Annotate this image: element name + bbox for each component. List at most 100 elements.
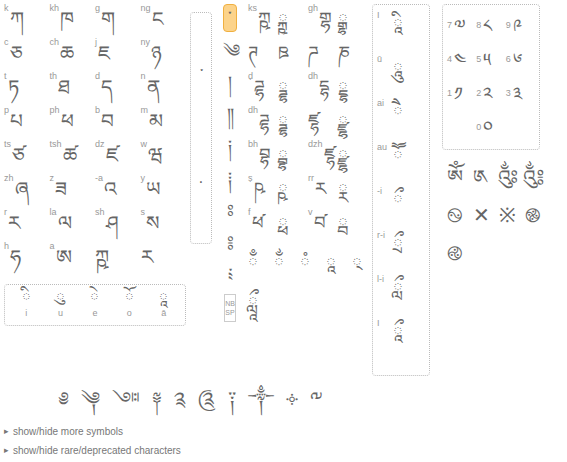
character-key[interactable]: ཌ <box>308 38 338 72</box>
character-key[interactable]: thཐ <box>50 72 96 106</box>
digit-key[interactable]: 9༩ <box>506 9 535 43</box>
character-key[interactable]: gག <box>95 4 141 38</box>
character-key[interactable]: zཟ <box>50 174 96 208</box>
digit-key[interactable]: 1༡ <box>447 77 476 111</box>
character-key[interactable]: sས <box>141 208 187 242</box>
ornament-key[interactable]: ༇ <box>112 384 140 414</box>
sign-key[interactable]: ྂ <box>274 250 288 277</box>
sign-key[interactable]: ྃ <box>248 250 262 277</box>
character-key[interactable]: nན <box>141 72 187 106</box>
symbol-key[interactable]: ࿌ <box>520 200 546 230</box>
character-key[interactable]: ྐྵ <box>278 4 308 38</box>
vowel-sign-key[interactable]: r-iྲྀ <box>377 229 425 273</box>
character-key[interactable]: mམ <box>141 106 187 140</box>
vowel-key[interactable]: ོo <box>125 289 134 321</box>
character-key[interactable]: dhདྷ <box>308 72 338 106</box>
vowel-key[interactable]: ེe <box>90 289 99 321</box>
character-key[interactable]: cཅ <box>4 38 50 72</box>
ornament-key[interactable]: ༊ <box>198 384 216 414</box>
character-key[interactable]: zhཞ <box>4 174 50 208</box>
character-key[interactable]: ཎ <box>338 38 368 72</box>
vowel-sign-key[interactable]: aiཻ <box>377 97 425 141</box>
toggle-link[interactable]: ▸show/hide rare/deprecated characters <box>4 443 567 458</box>
character-key[interactable]: dhཌྷ <box>248 106 278 140</box>
character-key[interactable]: phཕ <box>50 106 96 140</box>
character-key[interactable]: dzཛ <box>95 140 141 174</box>
mark-key[interactable]: ། <box>223 70 237 96</box>
character-key[interactable]: vབ༹ <box>308 208 338 242</box>
sign-key[interactable]: ཾ <box>300 250 314 277</box>
mark-key[interactable]: ༐ <box>223 166 237 192</box>
character-key[interactable]: tཏ <box>4 72 50 106</box>
character-key[interactable]: ྥ <box>278 208 308 242</box>
symbol-key[interactable]: ༁ <box>468 162 494 192</box>
character-key[interactable]: chཆ <box>50 38 96 72</box>
character-key[interactable]: ྦ <box>338 208 368 242</box>
ornament-key[interactable]: ༸ <box>310 384 323 414</box>
character-key[interactable]: ྫྷ <box>338 106 368 140</box>
symbol-key[interactable]: ༀ <box>442 162 468 192</box>
character-key[interactable]: tsཙ <box>4 140 50 174</box>
vowel-key[interactable]: ཱā <box>159 289 168 321</box>
punctuation-key[interactable]: · <box>198 170 203 194</box>
mark-key[interactable]: ་ <box>223 4 237 32</box>
mark-key[interactable]: ༴ <box>223 262 237 288</box>
character-key[interactable]: ksཀྵ <box>248 4 278 38</box>
character-key[interactable]: ཀྵ <box>95 242 141 276</box>
character-key[interactable]: ṣཥ <box>248 174 278 208</box>
character-key[interactable]: ྒྷ <box>338 4 368 38</box>
character-key[interactable]: hཧ <box>4 242 50 276</box>
vowel-sign-key[interactable]: ūཱུ <box>377 53 425 97</box>
sign-key[interactable]: ྄ <box>352 250 366 277</box>
character-key[interactable]: nyཉ <box>141 38 187 72</box>
character-key[interactable]: ྵ <box>278 174 308 208</box>
ornament-key[interactable]: ༆ <box>81 384 100 414</box>
character-key[interactable]: aཨ <box>50 242 96 276</box>
character-key[interactable]: wཝ <box>141 140 187 174</box>
character-key[interactable]: ཋ <box>278 38 308 72</box>
character-key[interactable]: ྼ <box>338 174 368 208</box>
character-key[interactable]: ྫྷ <box>338 140 368 174</box>
symbol-key[interactable]: ༃ <box>520 162 546 192</box>
digit-key[interactable]: 8༨ <box>476 9 505 43</box>
character-key[interactable]: ghགྷ <box>308 4 338 38</box>
ornament-key[interactable]: ༓ <box>286 384 298 414</box>
nbsp-key[interactable]: NBSP <box>224 294 236 322</box>
character-key[interactable]: ྡྷ <box>338 72 368 106</box>
vowel-sign-key[interactable]: Iཱི <box>377 9 425 53</box>
digit-key[interactable] <box>447 111 476 145</box>
character-key[interactable]: ྜྷ <box>278 72 308 106</box>
character-key[interactable]: laལ <box>50 208 96 242</box>
digit-key[interactable]: 3༣ <box>506 77 535 111</box>
character-key[interactable]: pཔ <box>4 106 50 140</box>
character-key[interactable]: dད <box>95 72 141 106</box>
character-key[interactable]: -aའ <box>95 174 141 208</box>
digit-key[interactable]: 6༦ <box>506 43 535 77</box>
character-key[interactable]: yཡ <box>141 174 187 208</box>
character-key[interactable]: ཪ <box>141 242 187 276</box>
vowel-key[interactable]: ིi <box>22 289 31 321</box>
digit-key[interactable]: 4༤ <box>447 43 476 77</box>
vowel-sign-key[interactable]: auཽ <box>377 141 425 185</box>
mark-key[interactable]: ༔ <box>223 230 237 256</box>
character-key[interactable]: kཀ <box>4 4 50 38</box>
character-key[interactable]: shཤ <box>95 208 141 242</box>
symbol-key[interactable]: ༂ <box>494 162 520 192</box>
character-key[interactable]: ཛྷ <box>308 106 338 140</box>
vowel-sign-key[interactable]: Iཱྀ <box>377 317 425 361</box>
vowel-sign-key[interactable]: -iྀ <box>377 185 425 229</box>
toggle-link[interactable]: ▸show/hide more symbols <box>4 424 567 439</box>
symbol-key[interactable]: ࿊ <box>442 200 468 230</box>
character-key[interactable]: dzhཛྷ <box>308 140 338 174</box>
symbol-key[interactable]: ✕ <box>468 200 494 230</box>
character-key[interactable]: ཊ <box>248 38 278 72</box>
symbol-key[interactable]: ࿋ <box>442 238 468 268</box>
vowel-key[interactable]: ུu <box>56 289 65 321</box>
character-key[interactable]: ྦྷ <box>278 140 308 174</box>
character-key[interactable]: bབ <box>95 106 141 140</box>
character-key[interactable]: tshཚ <box>50 140 96 174</box>
character-key[interactable]: rrཪ <box>308 174 338 208</box>
digit-key[interactable] <box>506 111 535 145</box>
digit-key[interactable]: 0༠ <box>476 111 505 145</box>
character-key[interactable]: ngང <box>141 4 187 38</box>
